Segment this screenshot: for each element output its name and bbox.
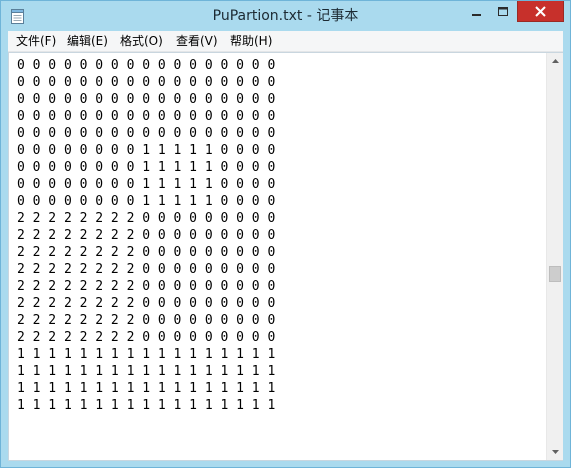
close-icon	[535, 5, 546, 17]
text-line: 0 0 0 0 0 0 0 0 1 1 1 1 1 0 0 0 0	[17, 194, 276, 209]
text-line: 2 2 2 2 2 2 2 2 0 0 0 0 0 0 0 0 0	[17, 245, 276, 260]
minimize-button[interactable]	[463, 1, 490, 22]
menu-edit[interactable]: 编辑(E)	[67, 31, 108, 51]
maximize-button[interactable]	[490, 1, 516, 22]
text-editor[interactable]: 0 0 0 0 0 0 0 0 0 0 0 0 0 0 0 0 0 0 0 0 0…	[17, 57, 542, 457]
text-line: 1 1 1 1 1 1 1 1 1 1 1 1 1 1 1 1 1	[17, 347, 276, 362]
editor-client-area: 0 0 0 0 0 0 0 0 0 0 0 0 0 0 0 0 0 0 0 0 0…	[8, 52, 563, 461]
vertical-scrollbar[interactable]	[546, 53, 563, 460]
maximize-icon	[498, 6, 508, 16]
text-line: 2 2 2 2 2 2 2 2 0 0 0 0 0 0 0 0 0	[17, 211, 276, 226]
menu-file[interactable]: 文件(F)	[16, 31, 56, 51]
text-line: 0 0 0 0 0 0 0 0 0 0 0 0 0 0 0 0 0	[17, 75, 276, 90]
scroll-up-button[interactable]	[547, 53, 563, 69]
text-line: 1 1 1 1 1 1 1 1 1 1 1 1 1 1 1 1 1	[17, 364, 276, 379]
menu-view[interactable]: 查看(V)	[176, 31, 218, 51]
menu-help[interactable]: 帮助(H)	[230, 31, 272, 51]
text-line: 2 2 2 2 2 2 2 2 0 0 0 0 0 0 0 0 0	[17, 262, 276, 277]
title-bar[interactable]: PuPartion.txt - 记事本	[1, 1, 570, 31]
scroll-down-button[interactable]	[547, 444, 563, 460]
scroll-thumb[interactable]	[549, 266, 561, 283]
text-line: 1 1 1 1 1 1 1 1 1 1 1 1 1 1 1 1 1	[17, 381, 276, 396]
text-line: 0 0 0 0 0 0 0 0 0 0 0 0 0 0 0 0 0	[17, 92, 276, 107]
text-line: 2 2 2 2 2 2 2 2 0 0 0 0 0 0 0 0 0	[17, 279, 276, 294]
minimize-icon	[471, 13, 481, 16]
menu-format[interactable]: 格式(O)	[120, 31, 163, 51]
text-line: 0 0 0 0 0 0 0 0 0 0 0 0 0 0 0 0 0	[17, 58, 276, 73]
text-line: 2 2 2 2 2 2 2 2 0 0 0 0 0 0 0 0 0	[17, 296, 276, 311]
close-button[interactable]	[517, 1, 564, 22]
text-line: 0 0 0 0 0 0 0 0 1 1 1 1 1 0 0 0 0	[17, 160, 276, 175]
text-line: 2 2 2 2 2 2 2 2 0 0 0 0 0 0 0 0 0	[17, 228, 276, 243]
scroll-up-arrow-icon	[551, 59, 559, 63]
menu-bar: 文件(F) 编辑(E) 格式(O) 查看(V) 帮助(H)	[8, 31, 563, 52]
text-line: 0 0 0 0 0 0 0 0 0 0 0 0 0 0 0 0 0	[17, 109, 276, 124]
notepad-window: PuPartion.txt - 记事本 文件(F) 编辑(E) 格式(O) 查看…	[0, 0, 571, 468]
text-line: 2 2 2 2 2 2 2 2 0 0 0 0 0 0 0 0 0	[17, 313, 276, 328]
text-line: 2 2 2 2 2 2 2 2 0 0 0 0 0 0 0 0 0	[17, 330, 276, 345]
text-line: 1 1 1 1 1 1 1 1 1 1 1 1 1 1 1 1 1	[17, 398, 276, 413]
text-line: 0 0 0 0 0 0 0 0 1 1 1 1 1 0 0 0 0	[17, 177, 276, 192]
text-line: 0 0 0 0 0 0 0 0 0 0 0 0 0 0 0 0 0	[17, 126, 276, 141]
text-line: 0 0 0 0 0 0 0 0 1 1 1 1 1 0 0 0 0	[17, 143, 276, 158]
scroll-down-arrow-icon	[551, 450, 559, 454]
